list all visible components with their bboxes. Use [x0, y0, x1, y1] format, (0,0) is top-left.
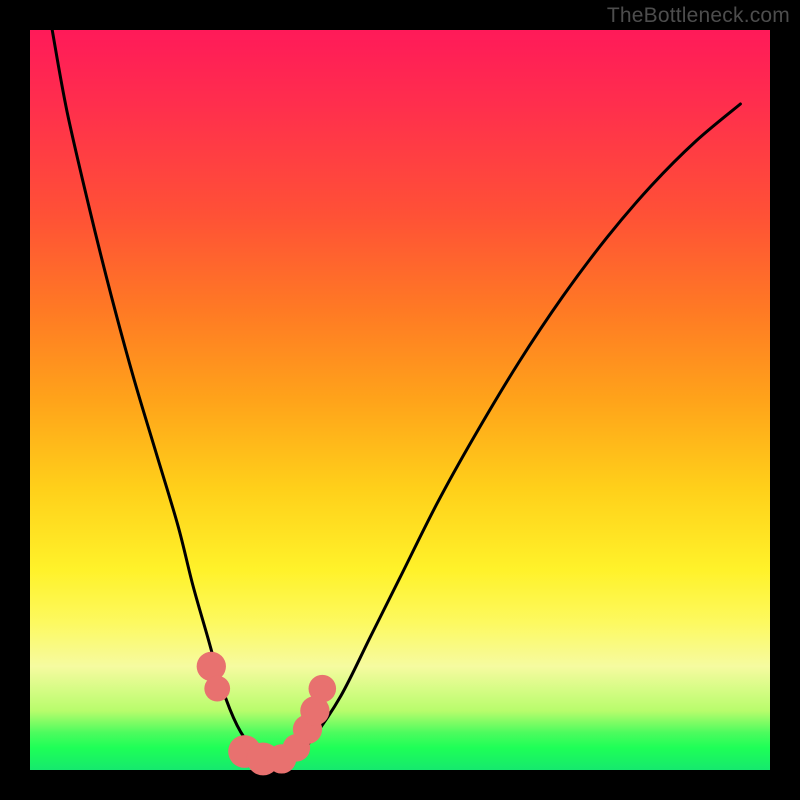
chart-frame: TheBottleneck.com	[0, 0, 800, 800]
curve-marker	[204, 676, 230, 702]
curve-svg	[30, 30, 770, 770]
curve-markers	[197, 652, 336, 776]
watermark-text: TheBottleneck.com	[607, 4, 790, 28]
bottleneck-curve	[52, 30, 740, 764]
plot-area	[30, 30, 770, 770]
curve-marker	[309, 675, 337, 703]
